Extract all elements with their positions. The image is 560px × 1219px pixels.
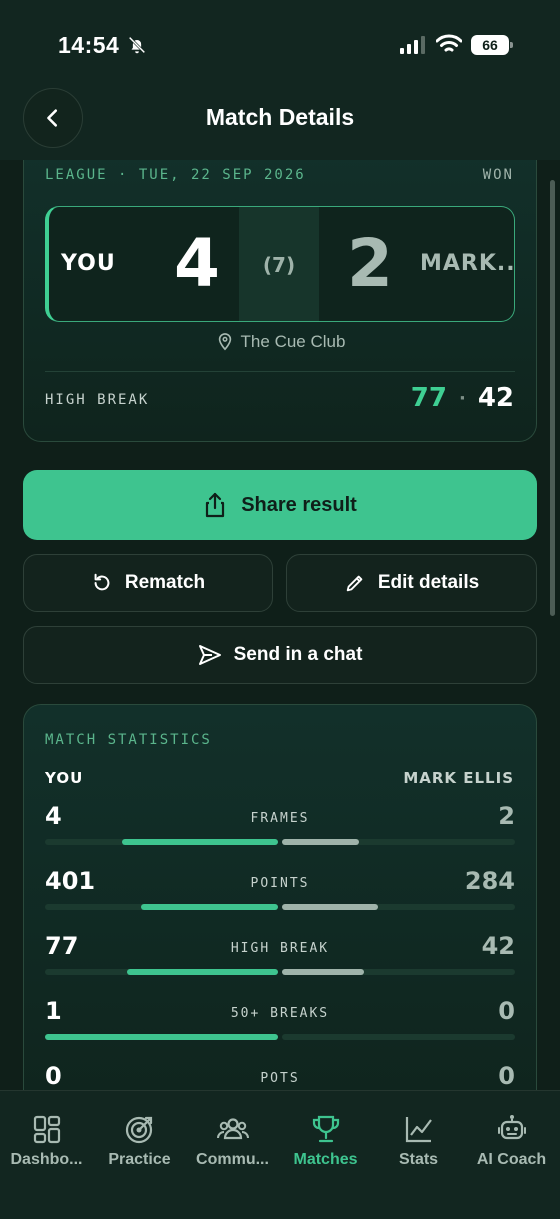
tab-label: Matches (293, 1151, 358, 1168)
opponent-score: 2 (347, 225, 393, 302)
tab-community[interactable]: Commu... (186, 1113, 279, 1169)
venue-name: The Cue Club (240, 332, 346, 351)
tab-dashboard[interactable]: Dashbo... (0, 1113, 93, 1169)
stat-label: HIGH BREAK (230, 941, 330, 956)
cellular-signal-icon (400, 36, 425, 54)
stat-row-high-break: 77 HIGH BREAK 42 (45, 932, 515, 982)
stat-label: POINTS (250, 876, 310, 891)
stat-opponent-value: 0 (498, 997, 515, 1025)
stats-opponent-header: MARK ELLIS (403, 769, 514, 787)
rematch-button[interactable]: Rematch (23, 554, 273, 612)
stat-row-points: 401 POINTS 284 (45, 867, 515, 917)
stat-bar-you (122, 839, 278, 845)
match-statistics-card: MATCH STATISTICS YOU MARK ELLIS 4 FRAMES… (23, 704, 537, 1090)
tab-label: Practice (108, 1151, 171, 1168)
top-nav-header: Match Details (0, 88, 560, 160)
bell-off-icon (128, 36, 146, 54)
bottom-tab-bar: Dashbo... Practice Commu... Matches Stat… (0, 1090, 560, 1219)
send-in-chat-button[interactable]: Send in a chat (23, 626, 537, 684)
stat-label: POTS (260, 1071, 300, 1086)
match-summary-card: LEAGUE · TUE, 22 SEP 2026 WON YOU 4 (7) … (23, 160, 537, 442)
share-result-button[interactable]: Share result (23, 470, 537, 540)
stat-bar-you (141, 904, 278, 910)
community-icon (216, 1118, 249, 1140)
stat-bar (45, 839, 515, 845)
tab-label: Dashbo... (10, 1151, 83, 1168)
frames-total: (7) (262, 253, 296, 277)
status-time: 14:54 (58, 32, 120, 58)
stat-bar (45, 1034, 515, 1040)
scoreboard: YOU 4 (7) 2 MARK... (45, 206, 515, 322)
high-break-label: HIGH BREAK (45, 392, 150, 408)
edit-details-button[interactable]: Edit details (286, 554, 537, 612)
stat-row-frames: 4 FRAMES 2 (45, 802, 515, 852)
tab-practice[interactable]: Practice (93, 1113, 186, 1169)
tab-stats[interactable]: Stats (372, 1113, 465, 1169)
send-icon (198, 645, 221, 665)
robot-icon (497, 1115, 526, 1140)
opponent-name: MARK... (420, 251, 515, 276)
refresh-icon (94, 573, 110, 591)
trophy-icon (312, 1115, 339, 1143)
stats-you-header: YOU (45, 769, 84, 787)
stat-bar-opponent (282, 904, 378, 910)
target-icon (125, 1116, 152, 1144)
stat-label: 50+ BREAKS (230, 1006, 330, 1021)
tab-label: Commu... (196, 1151, 269, 1168)
stat-opponent-value: 284 (464, 867, 515, 895)
tab-label: AI Coach (476, 1151, 547, 1168)
location-pin-icon (218, 333, 231, 351)
high-break-values: 77 · 42 (411, 383, 514, 413)
dashboard-icon (33, 1115, 60, 1144)
stats-chart-icon (405, 1117, 432, 1143)
venue: The Cue Club (24, 332, 538, 352)
send-in-chat-label: Send in a chat (233, 644, 363, 665)
stat-row-50-plus-breaks: 1 50+ BREAKS 0 (45, 997, 515, 1047)
player-you-name: YOU (61, 251, 116, 276)
stat-bar-opponent (282, 969, 364, 975)
wifi-icon (436, 34, 462, 52)
result-badge: WON (482, 167, 514, 183)
match-meta: LEAGUE · TUE, 22 SEP 2026 (45, 167, 306, 183)
high-break-you: 77 (410, 383, 447, 413)
stats-title: MATCH STATISTICS (45, 732, 212, 748)
rematch-label: Rematch (124, 572, 206, 593)
match-details-scroll[interactable]: LEAGUE · TUE, 22 SEP 2026 WON YOU 4 (7) … (0, 160, 560, 1090)
share-icon (206, 492, 225, 518)
scrollbar[interactable] (550, 180, 555, 616)
page-title: Match Details (205, 104, 355, 130)
high-break-separator: · (458, 387, 466, 409)
battery-indicator: 66 (471, 35, 513, 55)
stat-opponent-value: 2 (498, 802, 515, 830)
edit-details-label: Edit details (377, 572, 480, 593)
pencil-icon (346, 575, 363, 592)
player-you-score: 4 (174, 225, 220, 302)
share-result-label: Share result (241, 493, 357, 516)
stat-opponent-value: 42 (481, 932, 515, 960)
divider (45, 371, 515, 372)
stat-bar (45, 904, 515, 910)
stat-bar-you (45, 1034, 278, 1040)
tab-ai-coach[interactable]: AI Coach (465, 1113, 558, 1169)
high-break-opponent: 42 (477, 383, 514, 413)
stat-opponent-value: 0 (498, 1062, 515, 1090)
stat-bar-opponent (282, 839, 359, 845)
stat-bar-you (127, 969, 278, 975)
tab-label: Stats (398, 1151, 439, 1168)
stat-row-pots: 0 POTS 0 (45, 1062, 515, 1090)
tab-matches[interactable]: Matches (279, 1113, 372, 1169)
status-bar: 14:54 66 (0, 0, 560, 90)
stat-bar (45, 969, 515, 975)
stat-label: FRAMES (250, 811, 310, 826)
